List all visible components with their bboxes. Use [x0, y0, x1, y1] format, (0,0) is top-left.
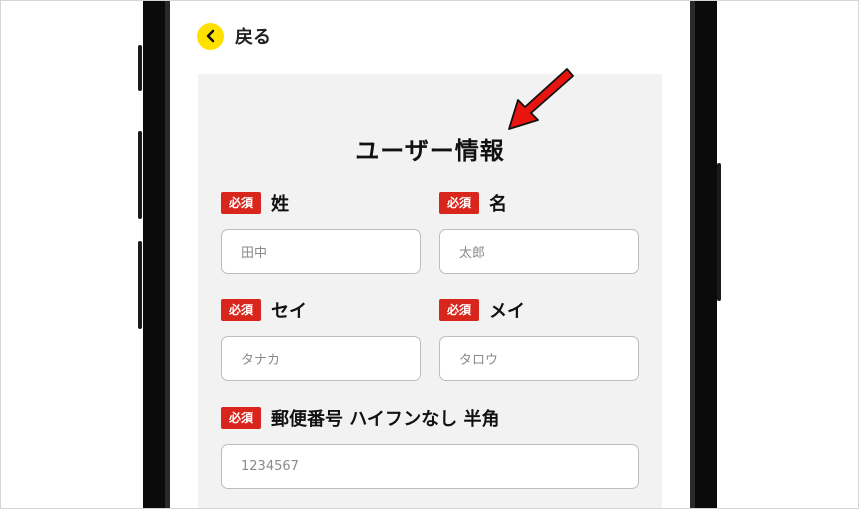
phone-side-button [138, 45, 142, 91]
first-name-kana-input[interactable]: タロウ [439, 336, 639, 381]
field-label: 必須 姓 [221, 190, 421, 216]
phone-screen: 戻る ユーザー情報 必須 姓 田中 必須 名 太郎 必須 セイ タナカ 必須 メ… [170, 1, 690, 508]
last-name-kana-label: セイ [271, 301, 308, 322]
form-title: ユーザー情報 [355, 137, 505, 165]
last-name-input[interactable]: 田中 [221, 229, 421, 274]
last-name-label: 姓 [271, 194, 290, 215]
first-name-kana-field: 必須 メイ タロウ [439, 297, 639, 381]
postal-code-label: 郵便番号 ハイフンなし 半角 [271, 409, 500, 430]
red-arrow-icon [508, 68, 574, 130]
back-button[interactable]: 戻る [197, 21, 271, 51]
last-name-kana-field: 必須 セイ タナカ [221, 297, 421, 381]
first-name-input[interactable]: 太郎 [439, 229, 639, 274]
field-label: 必須 メイ [439, 297, 639, 323]
field-label: 必須 郵便番号 ハイフンなし 半角 [221, 405, 639, 431]
phone-side-button [717, 163, 721, 301]
back-label: 戻る [235, 27, 271, 48]
phone-side-button [138, 241, 142, 329]
phone-bezel-right-edge [690, 1, 695, 508]
required-badge: 必須 [221, 407, 262, 429]
required-badge: 必須 [221, 192, 262, 214]
phone-side-button [138, 131, 142, 219]
field-label: 必須 名 [439, 190, 639, 216]
postal-code-input[interactable]: 1234567 [221, 444, 639, 489]
first-name-kana-label: メイ [489, 301, 526, 322]
field-label: 必須 セイ [221, 297, 421, 323]
required-badge: 必須 [221, 299, 262, 321]
last-name-kana-input[interactable]: タナカ [221, 336, 421, 381]
screenshot-frame: 戻る ユーザー情報 必須 姓 田中 必須 名 太郎 必須 セイ タナカ 必須 メ… [0, 0, 859, 509]
postal-code-field: 必須 郵便番号 ハイフンなし 半角 1234567 [221, 405, 639, 489]
required-badge: 必須 [439, 192, 480, 214]
last-name-field: 必須 姓 田中 [221, 190, 421, 274]
first-name-field: 必須 名 太郎 [439, 190, 639, 274]
chevron-left-icon [197, 22, 224, 50]
required-badge: 必須 [439, 299, 480, 321]
user-info-form: ユーザー情報 必須 姓 田中 必須 名 太郎 必須 セイ タナカ 必須 メイ タ… [198, 74, 662, 508]
first-name-label: 名 [489, 194, 508, 215]
